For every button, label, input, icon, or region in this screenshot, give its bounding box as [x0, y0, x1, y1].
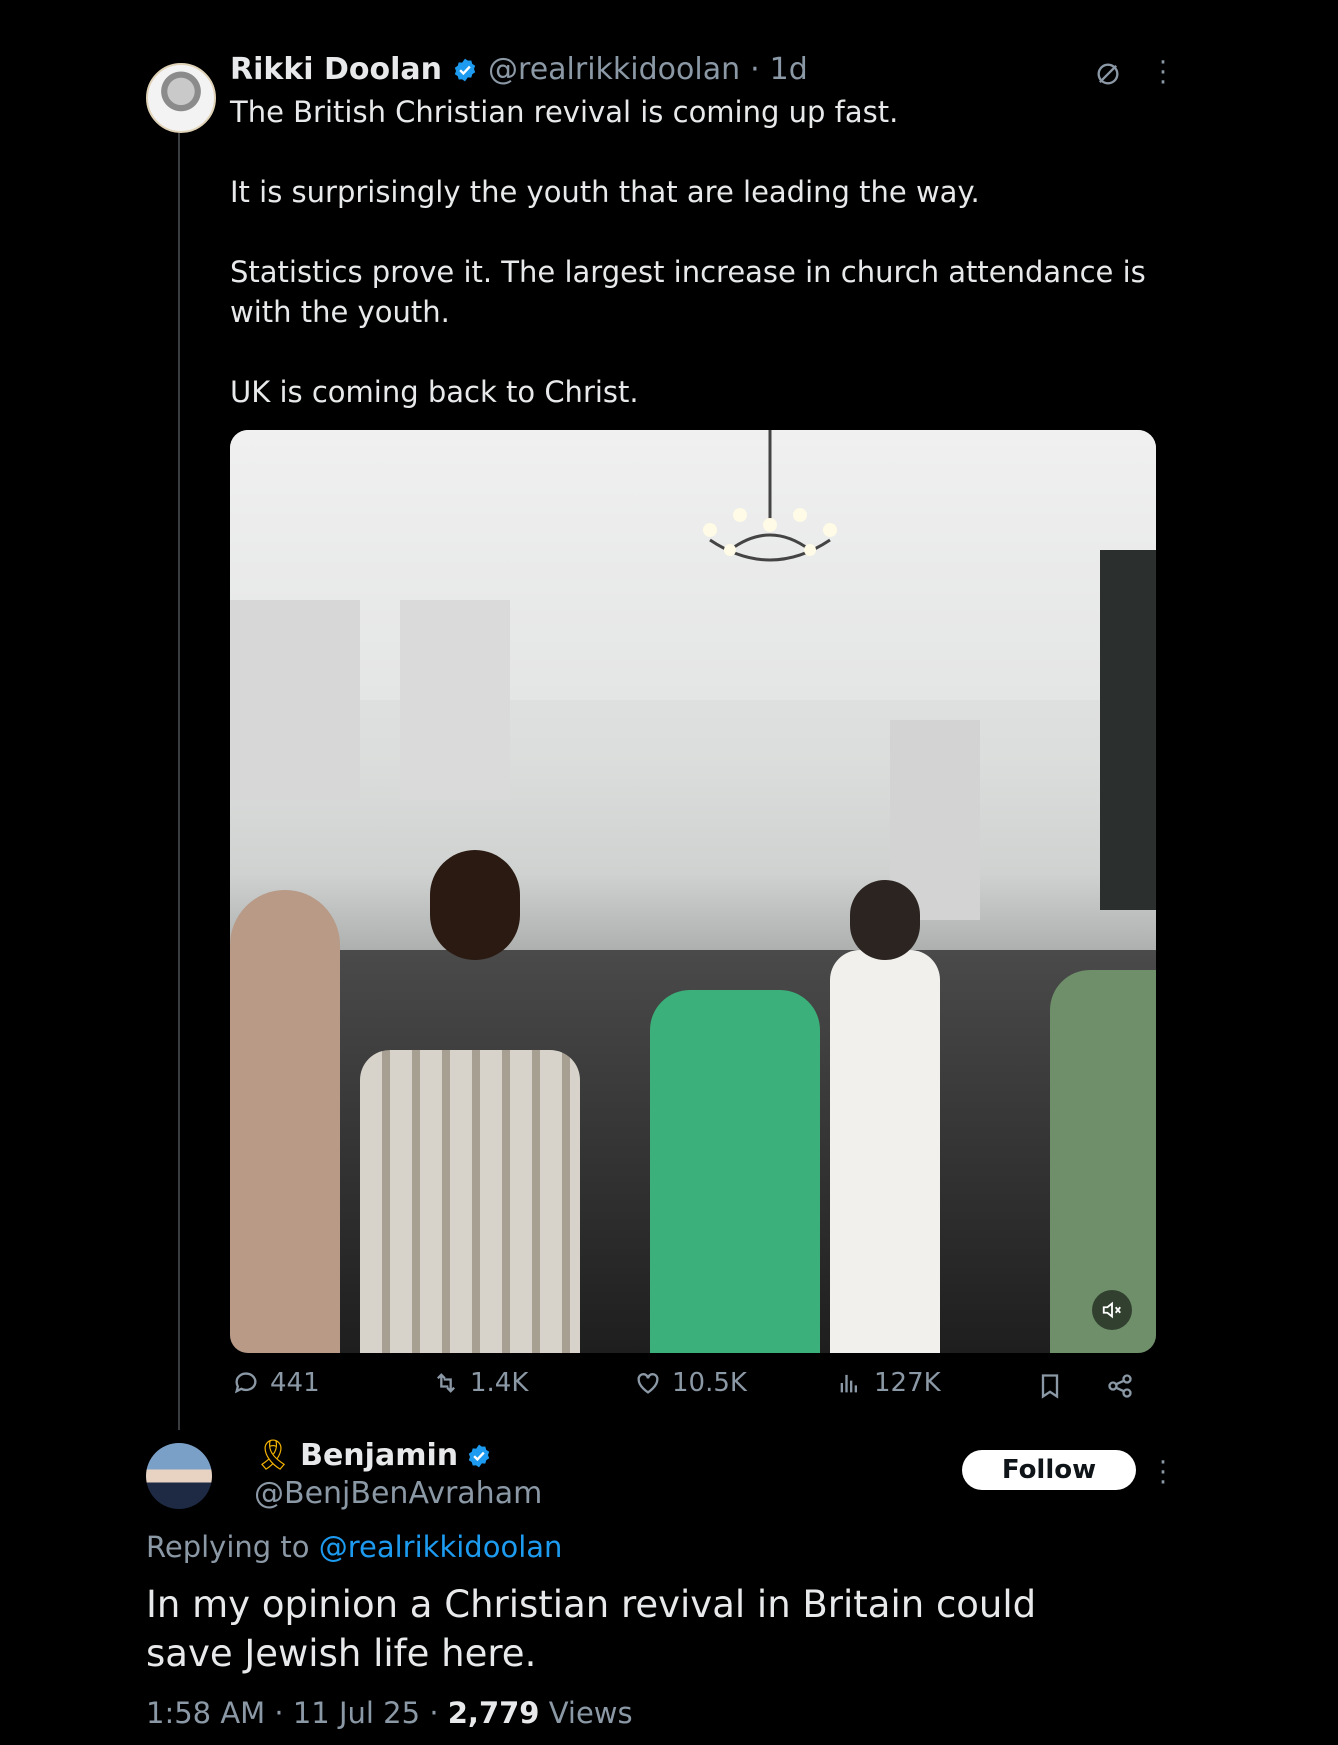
grok-icon[interactable] — [1094, 60, 1122, 88]
thread-line — [178, 130, 180, 1430]
repost-icon — [437, 1373, 455, 1393]
replying-to: Replying to @realrikkidoolan — [146, 1530, 562, 1564]
verified-badge-icon — [468, 1444, 490, 1467]
avatar[interactable] — [146, 63, 216, 133]
author-name[interactable]: Rikki Doolan — [230, 52, 442, 87]
person — [830, 950, 940, 1353]
reply-icon — [234, 1372, 257, 1394]
reply-body: In my opinion a Christian revival in Bri… — [146, 1583, 1037, 1675]
avatar[interactable] — [146, 1443, 212, 1509]
separator: · — [750, 52, 760, 87]
heart-icon — [637, 1373, 659, 1394]
views-count-button[interactable]: 127K — [836, 1368, 941, 1398]
window — [1100, 550, 1156, 910]
more-options-icon[interactable]: · · · — [1152, 50, 1172, 96]
tweet-paragraph: UK is coming back to Christ. — [230, 375, 639, 409]
person-head — [430, 850, 520, 960]
ribbon-icon: 🎗 — [254, 1438, 293, 1473]
tweet-body: The British Christian revival is coming … — [230, 92, 1150, 412]
wall-panel — [400, 600, 510, 800]
share-icon[interactable] — [1106, 1372, 1134, 1400]
timestamp[interactable]: 1d — [770, 52, 808, 87]
views-count: 127K — [874, 1368, 941, 1398]
follow-button[interactable]: Follow — [962, 1450, 1136, 1490]
person — [360, 1050, 580, 1353]
author-name[interactable]: Benjamin — [300, 1438, 458, 1473]
wall-panel — [230, 600, 360, 800]
person-head — [850, 880, 920, 960]
reply-views-label: Views — [548, 1696, 633, 1730]
speaker-muted-icon — [1102, 1301, 1121, 1319]
reply-header: 🎗 Benjamin — [254, 1438, 492, 1473]
verified-badge-icon — [454, 58, 476, 81]
author-handle[interactable]: @BenjBenAvraham — [254, 1476, 542, 1511]
tweet-paragraph: Statistics prove it. The largest increas… — [230, 255, 1146, 329]
reply-date[interactable]: 11 Jul 25 — [293, 1696, 420, 1730]
tweet-paragraph: The British Christian revival is coming … — [230, 95, 899, 129]
more-options-icon[interactable]: · · · — [1152, 1450, 1172, 1496]
replying-to-prefix: Replying to — [146, 1530, 310, 1564]
reply-count-button[interactable]: 441 — [232, 1368, 320, 1398]
reply-count: 441 — [270, 1368, 320, 1398]
chandelier — [703, 430, 837, 562]
replying-to-link[interactable]: @realrikkidoolan — [319, 1530, 563, 1564]
mute-button[interactable] — [1092, 1290, 1132, 1330]
tweet-paragraph: It is surprisingly the youth that are le… — [230, 175, 980, 209]
author-handle[interactable]: @realrikkidoolan — [488, 52, 740, 87]
like-count: 10.5K — [672, 1368, 747, 1398]
reply-time[interactable]: 1:58 AM — [146, 1696, 265, 1730]
like-count-button[interactable]: 10.5K — [634, 1368, 747, 1398]
tweet-header: Rikki Doolan @realrikkidoolan · 1d — [230, 52, 808, 87]
analytics-icon — [840, 1374, 857, 1393]
person — [230, 890, 340, 1353]
bookmark-icon[interactable] — [1036, 1372, 1064, 1400]
reply-views-count: 2,779 — [447, 1696, 540, 1730]
repost-count-button[interactable]: 1.4K — [432, 1368, 528, 1398]
tweet-video[interactable] — [230, 430, 1156, 1353]
tweet-meta: 1:58 AM · 11 Jul 25 · 2,779 Views — [146, 1696, 633, 1730]
repost-count: 1.4K — [470, 1368, 529, 1398]
person — [650, 990, 820, 1353]
